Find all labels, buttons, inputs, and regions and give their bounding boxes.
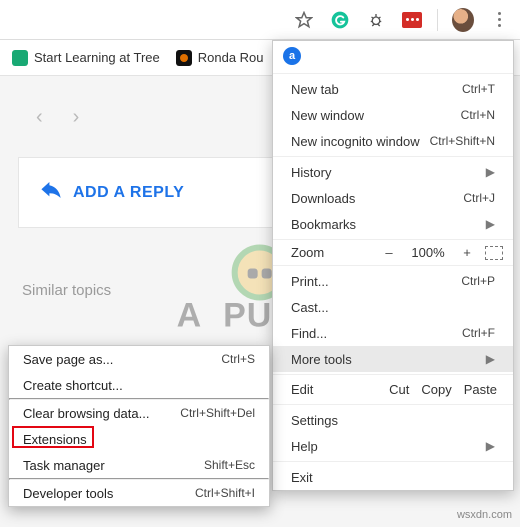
bookmark-label: Ronda Rou xyxy=(198,50,264,65)
kebab-menu-icon[interactable] xyxy=(488,9,510,31)
fullscreen-icon[interactable] xyxy=(485,246,503,260)
edit-copy-button[interactable]: Copy xyxy=(421,382,451,397)
menu-label: Exit xyxy=(291,470,313,485)
edit-paste-button[interactable]: Paste xyxy=(464,382,497,397)
menu-shortcut: Ctrl+J xyxy=(463,191,495,205)
menu-downloads[interactable]: Downloads Ctrl+J xyxy=(273,185,513,211)
bookmark-favicon-icon xyxy=(176,50,192,66)
menu-shortcut: Ctrl+P xyxy=(461,274,495,288)
menu-label: More tools xyxy=(291,352,352,367)
chevron-right-icon: ▶ xyxy=(486,439,495,453)
menu-incognito[interactable]: New incognito window Ctrl+Shift+N xyxy=(273,128,513,154)
lastpass-icon[interactable] xyxy=(401,9,423,31)
menu-label: Save page as... xyxy=(23,352,113,367)
chevron-right-icon: ▶ xyxy=(486,217,495,231)
bookmark-item[interactable]: Start Learning at Tree xyxy=(12,50,160,66)
menu-zoom: Zoom – 100% + xyxy=(273,242,513,263)
menu-label: New window xyxy=(291,108,364,123)
menu-label: New tab xyxy=(291,82,339,97)
menu-new-tab[interactable]: New tab Ctrl+T xyxy=(273,76,513,102)
menu-exit[interactable]: Exit xyxy=(273,464,513,490)
menu-label: Help xyxy=(291,439,318,454)
grammarly-icon[interactable] xyxy=(329,9,351,31)
submenu-task-manager[interactable]: Task manager Shift+Esc xyxy=(9,452,269,478)
menu-label: History xyxy=(291,165,331,180)
menu-shortcut: Ctrl+N xyxy=(461,108,495,122)
menu-history[interactable]: History ▶ xyxy=(273,159,513,185)
prev-button[interactable]: ‹ xyxy=(36,106,43,129)
menu-more-tools[interactable]: More tools ▶ xyxy=(273,346,513,372)
menu-label: Settings xyxy=(291,413,338,428)
menu-shortcut: Ctrl+T xyxy=(462,82,495,96)
menu-label: Cast... xyxy=(291,300,329,315)
zoom-percent: 100% xyxy=(407,245,449,260)
submenu-clear-data[interactable]: Clear browsing data... Ctrl+Shift+Del xyxy=(9,400,269,426)
submenu-save-page[interactable]: Save page as... Ctrl+S xyxy=(9,346,269,372)
menu-label: Extensions xyxy=(23,432,87,447)
divider xyxy=(437,9,438,31)
zoom-out-button[interactable]: – xyxy=(379,245,399,260)
menu-shortcut: Shift+Esc xyxy=(204,458,255,472)
submenu-dev-tools[interactable]: Developer tools Ctrl+Shift+I xyxy=(9,480,269,506)
bookmark-label: Start Learning at Tree xyxy=(34,50,160,65)
menu-label: Find... xyxy=(291,326,327,341)
chrome-main-menu: a New tab Ctrl+T New window Ctrl+N New i… xyxy=(272,40,514,491)
submenu-create-shortcut[interactable]: Create shortcut... xyxy=(9,372,269,398)
chrome-toolbar xyxy=(0,0,520,40)
menu-label: Downloads xyxy=(291,191,355,206)
menu-find[interactable]: Find... Ctrl+F xyxy=(273,320,513,346)
chevron-right-icon: ▶ xyxy=(486,165,495,179)
menu-edit-row: Edit Cut Copy Paste xyxy=(273,377,513,402)
menu-label: New incognito window xyxy=(291,134,420,149)
menu-shortcut: Ctrl+Shift+I xyxy=(195,486,255,500)
extension-a-icon[interactable]: a xyxy=(283,47,301,65)
add-reply-label: ADD A REPLY xyxy=(73,184,184,202)
menu-label: Bookmarks xyxy=(291,217,356,232)
menu-label: Print... xyxy=(291,274,329,289)
menu-shortcut: Ctrl+S xyxy=(221,352,255,366)
menu-label: Developer tools xyxy=(23,486,113,501)
menu-help[interactable]: Help ▶ xyxy=(273,433,513,459)
image-credit: wsxdn.com xyxy=(457,509,512,521)
menu-shortcut: Ctrl+Shift+N xyxy=(430,134,495,148)
extension-bug-icon[interactable] xyxy=(365,9,387,31)
reply-icon xyxy=(41,182,61,203)
zoom-in-button[interactable]: + xyxy=(457,245,477,260)
menu-label: Edit xyxy=(291,382,313,397)
edit-cut-button[interactable]: Cut xyxy=(389,382,409,397)
star-icon[interactable] xyxy=(293,9,315,31)
menu-shortcut: Ctrl+F xyxy=(462,326,495,340)
bookmark-favicon-icon xyxy=(12,50,28,66)
next-button[interactable]: › xyxy=(73,106,80,129)
menu-print[interactable]: Print... Ctrl+P xyxy=(273,268,513,294)
menu-label: Zoom xyxy=(291,245,324,260)
bookmark-item[interactable]: Ronda Rou xyxy=(176,50,264,66)
menu-shortcut: Ctrl+Shift+Del xyxy=(180,406,255,420)
menu-settings[interactable]: Settings xyxy=(273,407,513,433)
menu-new-window[interactable]: New window Ctrl+N xyxy=(273,102,513,128)
submenu-extensions[interactable]: Extensions xyxy=(9,426,269,452)
menu-cast[interactable]: Cast... xyxy=(273,294,513,320)
menu-label: Task manager xyxy=(23,458,105,473)
profile-avatar[interactable] xyxy=(452,9,474,31)
menu-bookmarks[interactable]: Bookmarks ▶ xyxy=(273,211,513,237)
menu-label: Clear browsing data... xyxy=(23,406,149,421)
chevron-right-icon: ▶ xyxy=(486,352,495,366)
more-tools-submenu: Save page as... Ctrl+S Create shortcut..… xyxy=(8,345,270,507)
menu-label: Create shortcut... xyxy=(23,378,123,393)
menu-header-icons: a xyxy=(273,41,513,71)
